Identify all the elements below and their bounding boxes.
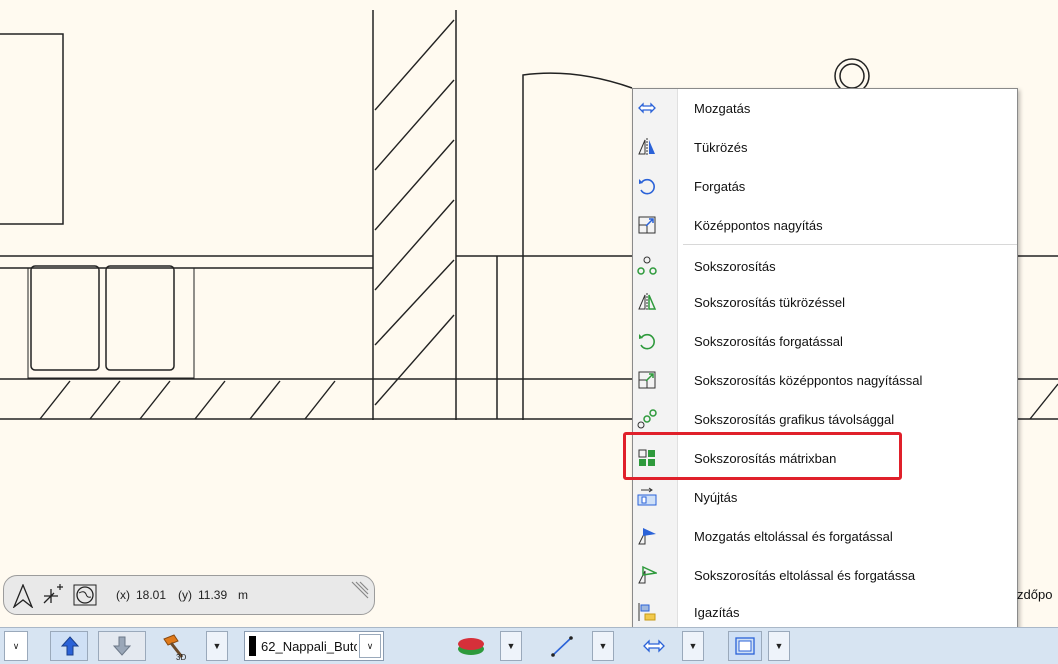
menu-item-mozgatas[interactable]: Mozgatás bbox=[633, 91, 1017, 125]
material-dropdown-arrow[interactable]: ▼ bbox=[500, 631, 522, 661]
move-tool-button[interactable] bbox=[632, 631, 678, 661]
layer-select[interactable]: 62_Nappali_Butor ∨ bbox=[244, 631, 384, 661]
resize-grip-icon[interactable] bbox=[348, 580, 370, 602]
menu-item-sokszorositas-kozeppontos-nagyitassal[interactable]: Sokszorosítás középpontos nagyítással bbox=[633, 363, 1017, 397]
menu-item-sokszorositas-tukrozessel[interactable]: Sokszorosítás tükrözéssel bbox=[633, 285, 1017, 319]
menu-item-label: Sokszorosítás bbox=[694, 259, 776, 274]
arrow-down-icon bbox=[112, 636, 132, 656]
line-tool-button[interactable] bbox=[540, 631, 586, 661]
context-menu: Mozgatás Tükrözés Forgatás Középpontos n… bbox=[632, 88, 1018, 630]
material-stack-icon bbox=[458, 638, 484, 655]
menu-item-label: Igazítás bbox=[694, 605, 740, 620]
x-coordinate-value: 18.01 bbox=[136, 588, 167, 602]
plan-rect-top-left bbox=[0, 33, 64, 225]
menu-item-sokszorositas-eltolassal-es-forgatassa[interactable]: Sokszorosítás eltolással és forgatássa bbox=[633, 558, 1017, 592]
menu-separator bbox=[683, 244, 1017, 245]
layer-color-swatch bbox=[249, 636, 256, 656]
menu-item-mozgatas-eltolassal-es-forgatassal[interactable]: Mozgatás eltolással és forgatással bbox=[633, 519, 1017, 553]
frame-dropdown-arrow[interactable]: ▼ bbox=[768, 631, 790, 661]
menu-item-sokszorositas[interactable]: Sokszorosítás bbox=[633, 249, 1017, 283]
material-button[interactable] bbox=[448, 631, 494, 661]
rotate-copy-icon bbox=[639, 333, 655, 350]
menu-item-label: Sokszorosítás tükrözéssel bbox=[694, 295, 846, 310]
chair-right bbox=[105, 265, 175, 371]
copy-move-rotate-icon bbox=[638, 565, 657, 584]
snap-cursor-icon[interactable] bbox=[40, 582, 68, 608]
menu-item-label: Tükrözés bbox=[694, 140, 748, 155]
3d-hammer-button[interactable]: 3D bbox=[152, 631, 202, 661]
layer-up-button[interactable] bbox=[50, 631, 88, 661]
3d-dropdown-arrow[interactable]: ▼ bbox=[206, 631, 228, 661]
menu-item-label: Sokszorosítás középpontos nagyítással bbox=[694, 373, 923, 388]
move-dropdown-arrow[interactable]: ▼ bbox=[682, 631, 704, 661]
scale-icon bbox=[638, 216, 656, 234]
menu-item-forgatas[interactable]: Forgatás bbox=[633, 169, 1017, 203]
x-coordinate-label: (x) bbox=[116, 588, 130, 602]
rotate-icon bbox=[639, 178, 655, 195]
menu-item-sokszorositas-grafikus-tavolsaggal[interactable]: Sokszorosítás grafikus távolsággal bbox=[633, 402, 1017, 436]
layer-dropdown-arrow[interactable]: ∨ bbox=[359, 634, 381, 658]
bottom-toolbar: ∨ 3D ▼ 62_Nappali_Butor ∨ ▼ ▼ ▼ ▼ bbox=[0, 627, 1058, 664]
menu-item-tukrozes[interactable]: Tükrözés bbox=[633, 130, 1017, 164]
menu-item-nyujtas[interactable]: Nyújtás bbox=[633, 480, 1017, 514]
north-arrow-icon[interactable] bbox=[12, 584, 34, 608]
layer-down-button[interactable] bbox=[98, 631, 146, 661]
move-arrows-toolbar-icon bbox=[643, 639, 665, 653]
menu-item-label: Sokszorosítás forgatással bbox=[694, 334, 843, 349]
graphic-distance-copy-icon bbox=[637, 409, 657, 429]
mirror-icon bbox=[638, 138, 655, 156]
move-rotate-icon bbox=[638, 528, 656, 545]
frame-tool-button[interactable] bbox=[728, 631, 762, 661]
svg-text:3D: 3D bbox=[176, 653, 186, 661]
menu-item-sokszorositas-forgatassal[interactable]: Sokszorosítás forgatással bbox=[633, 324, 1017, 358]
mirror-copy-icon bbox=[638, 293, 657, 311]
chair-left bbox=[30, 265, 100, 371]
globe-icon[interactable] bbox=[72, 582, 100, 608]
y-coordinate-label: (y) bbox=[178, 588, 192, 602]
hammer-3d-icon: 3D bbox=[163, 634, 186, 661]
left-dropdown-arrow[interactable]: ∨ bbox=[4, 631, 28, 661]
partial-label: zdőpo bbox=[1017, 587, 1053, 602]
frame-icon bbox=[735, 637, 755, 655]
menu-item-kozeppontos-nagyitas[interactable]: Középpontos nagyítás bbox=[633, 208, 1017, 242]
scale-copy-icon bbox=[638, 371, 656, 389]
door-outline bbox=[522, 72, 633, 420]
stretch-icon bbox=[637, 487, 657, 506]
align-icon bbox=[638, 603, 656, 621]
coordinate-unit: m bbox=[238, 588, 248, 602]
coordinate-bar: (x) 18.01 (y) 11.39 m bbox=[3, 575, 375, 615]
layer-select-value: 62_Nappali_Butor bbox=[261, 639, 357, 654]
multiply-icon bbox=[637, 256, 657, 275]
menu-item-label: Sokszorosítás grafikus távolsággal bbox=[694, 412, 895, 427]
arrow-up-icon bbox=[60, 636, 80, 656]
move-arrows-icon bbox=[638, 102, 656, 114]
line-tool-icon bbox=[551, 636, 573, 657]
y-coordinate-value: 11.39 bbox=[198, 588, 228, 602]
menu-item-label: Mozgatás eltolással és forgatással bbox=[694, 529, 893, 544]
menu-item-label: Forgatás bbox=[694, 179, 746, 194]
menu-item-igazitas[interactable]: Igazítás bbox=[633, 595, 1017, 629]
menu-item-label: Sokszorosítás eltolással és forgatássa bbox=[694, 568, 916, 583]
line-dropdown-arrow[interactable]: ▼ bbox=[592, 631, 614, 661]
menu-item-label: Középpontos nagyítás bbox=[694, 218, 823, 233]
menu-item-label: Nyújtás bbox=[694, 490, 738, 505]
menu-item-label: Mozgatás bbox=[694, 101, 751, 116]
highlight-box bbox=[623, 432, 902, 480]
